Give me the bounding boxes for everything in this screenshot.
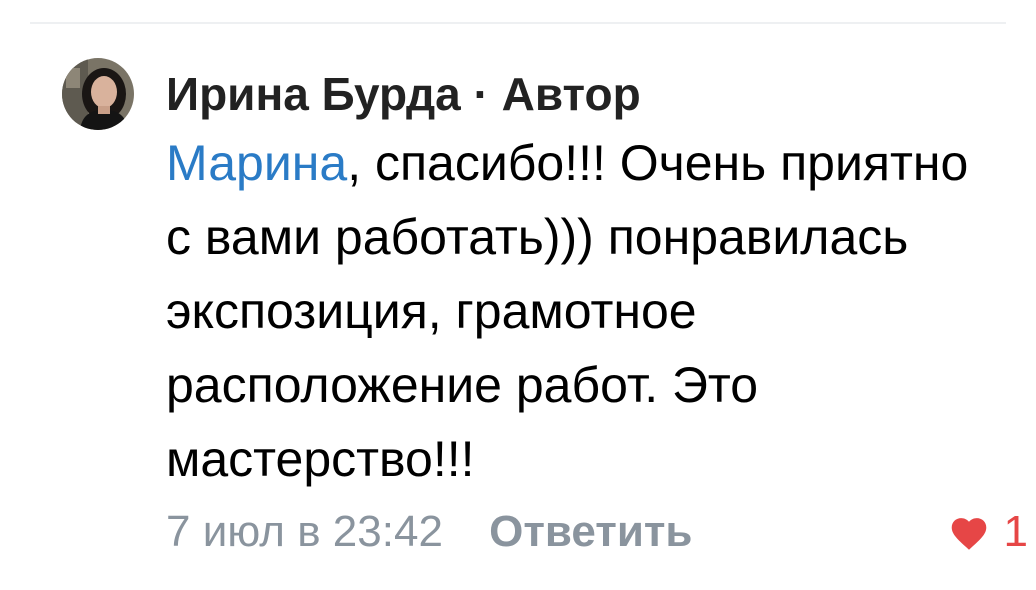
- comment-screen: Ирина Бурда · Автор Марина, спасибо!!! О…: [0, 0, 1036, 590]
- comment-text: Марина, спасибо!!! Очень приятно с вами …: [166, 126, 1006, 496]
- comment-date: 7 июл в 23:42: [166, 507, 443, 556]
- avatar[interactable]: [62, 58, 134, 130]
- like-button[interactable]: 1: [948, 502, 1028, 562]
- comment-header: Ирина Бурда · Автор: [166, 66, 1006, 122]
- author-role-badge: Автор: [501, 68, 641, 120]
- reply-button[interactable]: Ответить: [489, 507, 692, 556]
- comment-footer: 7 июл в 23:42 Ответить 1: [166, 502, 1028, 562]
- comment-body: Ирина Бурда · Автор Марина, спасибо!!! О…: [166, 66, 1006, 496]
- avatar-photo-icon: [62, 58, 134, 130]
- like-count: 1: [1003, 507, 1028, 556]
- mention-link[interactable]: Марина: [166, 135, 347, 191]
- divider: [30, 22, 1006, 24]
- heart-icon: [951, 518, 986, 550]
- header-separator: ·: [473, 68, 489, 120]
- author-name[interactable]: Ирина Бурда: [166, 68, 461, 120]
